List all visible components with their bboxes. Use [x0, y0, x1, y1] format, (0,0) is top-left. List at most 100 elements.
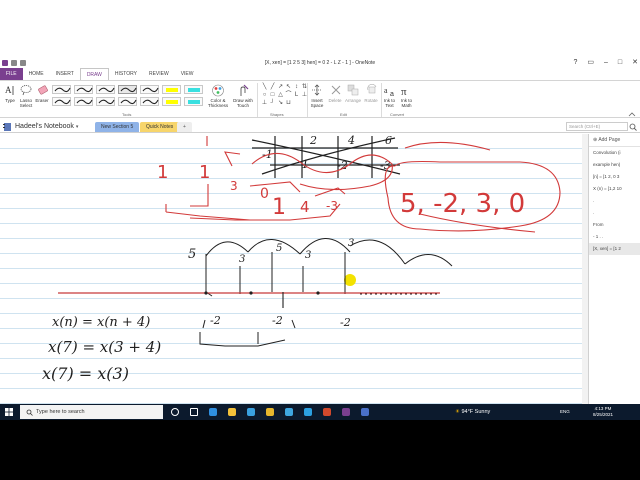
pen-swatch[interactable]: [162, 85, 181, 94]
rotate-button[interactable]: Rotate: [362, 98, 380, 103]
page-list-item[interactable]: Convolution (i: [589, 147, 640, 159]
pen-swatch[interactable]: [74, 97, 93, 106]
eraser-icon: [38, 85, 48, 95]
pen-swatch[interactable]: [184, 85, 203, 94]
window-controls: ? ▭ – □ ✕: [573, 58, 638, 68]
close-icon[interactable]: ✕: [632, 58, 638, 68]
page-canvas[interactable]: 2 4 6 -1 -1 -2 -3 1 1 3 0 1 4 -3 5, -2, …: [0, 134, 588, 404]
add-page-button[interactable]: ⊕ Add Page: [589, 134, 640, 147]
pen-swatch[interactable]: [140, 97, 159, 106]
ink-to-text-button[interactable]: Ink to Text: [381, 98, 398, 108]
ribbon: A Type Lasso Select Eraser Color & Thick…: [0, 80, 640, 118]
taskbar-clock[interactable]: 4:13 PM 8/25/2021: [590, 406, 616, 418]
collapse-ribbon-icon[interactable]: [628, 111, 636, 117]
page-list-item[interactable]: - 1 . .: [589, 231, 640, 243]
ink-to-math-button[interactable]: Ink to Math: [398, 98, 415, 108]
search-icon[interactable]: [629, 123, 637, 131]
type-button[interactable]: Type: [2, 98, 18, 103]
axis-label-neg2-a: -2: [210, 314, 221, 327]
equation-2: x(7) = x(3 + 4): [48, 338, 161, 356]
page-list-item[interactable]: [X, xen] = [1 2: [589, 243, 640, 255]
pen-swatch[interactable]: [184, 97, 203, 106]
pen-swatch[interactable]: [96, 85, 115, 94]
svg-text:a: a: [384, 86, 388, 95]
insert-space-button[interactable]: Insert Space: [307, 98, 327, 108]
tab-draw[interactable]: DRAW: [79, 68, 109, 80]
taskbar-app-edge-icon[interactable]: [209, 408, 217, 416]
page-list-item[interactable]: [n] = [1 2, 0 3: [589, 171, 640, 183]
section-tab-quick-notes[interactable]: Quick Notes: [140, 122, 180, 132]
tab-history[interactable]: HISTORY: [109, 68, 143, 80]
taskbar-search-box[interactable]: Type here to search: [20, 405, 163, 419]
pen-swatch[interactable]: [118, 97, 137, 106]
plot-value-3-c: 3: [348, 238, 354, 249]
ink-to-text-icon: a a: [384, 86, 394, 97]
windows-start-icon[interactable]: [5, 408, 13, 416]
weather-widget[interactable]: ☀ 94°F Sunny: [455, 404, 490, 420]
pen-swatch[interactable]: [74, 85, 93, 94]
eraser-button[interactable]: Eraser: [34, 98, 50, 103]
draw-with-touch-button[interactable]: Draw with Touch: [231, 98, 255, 108]
insert-space-icon: [312, 84, 322, 96]
axis-label-neg2-b: -2: [272, 314, 283, 327]
black-top-strokes: [251, 136, 401, 178]
add-page-label: Add Page: [598, 137, 621, 143]
language-indicator[interactable]: ENG: [560, 409, 570, 414]
tab-insert[interactable]: INSERT: [50, 68, 80, 80]
page-list-item[interactable]: .: [589, 195, 640, 207]
ink-to-math-icon: π: [401, 86, 407, 97]
pen-swatch[interactable]: [140, 85, 159, 94]
arrange-button[interactable]: Arrange: [343, 98, 363, 103]
add-section-button[interactable]: +: [177, 122, 192, 132]
svg-text:A: A: [5, 85, 12, 95]
taskbar-app-app-6-icon[interactable]: [304, 408, 312, 416]
minimize-icon[interactable]: –: [604, 58, 608, 68]
screen: [X, xen] = [1 2 5 3] hen] = 0 2 - L Z - …: [0, 0, 640, 420]
taskbar-app-app-5-icon[interactable]: [285, 408, 293, 416]
notebook-bar: Hadeel's Notebook ▾ New Section 5 Quick …: [0, 120, 640, 133]
taskbar-app-file-explorer-icon[interactable]: [228, 408, 236, 416]
section-tab-new-section-5[interactable]: New Section 5: [95, 122, 140, 132]
color-thickness-button[interactable]: Color & Thickness: [205, 98, 231, 108]
help-icon[interactable]: ?: [573, 58, 577, 68]
delete-button[interactable]: Delete: [326, 98, 344, 103]
taskbar-app-task-view-icon[interactable]: [190, 408, 198, 416]
taskbar-app-chrome-icon[interactable]: [266, 408, 274, 416]
restore-icon[interactable]: ▭: [587, 58, 594, 68]
page-list-item[interactable]: X (n) = [1,2 10: [589, 183, 640, 195]
lasso-icon: [20, 85, 32, 96]
taskbar-app-telegram-icon[interactable]: [247, 408, 255, 416]
ink-box-4: 4: [347, 134, 355, 147]
plot-point: [316, 291, 320, 295]
tab-home[interactable]: HOME: [23, 68, 50, 80]
tab-review[interactable]: REVIEW: [143, 68, 175, 80]
taskbar-app-powerpoint-icon[interactable]: [323, 408, 331, 416]
taskbar-app-cortana-icon[interactable]: [171, 408, 179, 416]
tab-file[interactable]: FILE: [0, 68, 23, 80]
pen-swatch[interactable]: [52, 85, 71, 94]
ink-red-0: 0: [260, 186, 269, 202]
ink-layer[interactable]: 2 4 6 -1 -1 -2 -3 1 1 3 0 1 4 -3 5, -2, …: [0, 134, 588, 404]
pen-swatch[interactable]: [162, 97, 181, 106]
windows-taskbar: Type here to search ☀ 94°F Sunny ENG 4:1…: [0, 404, 640, 420]
notebook-name[interactable]: Hadeel's Notebook ▾: [15, 121, 78, 133]
page-list-item[interactable]: example hen): [589, 159, 640, 171]
page-list-item[interactable]: From: [589, 219, 640, 231]
search-input[interactable]: Search (Ctrl+E): [566, 122, 628, 131]
equation-1: x(n) = x(n + 4): [52, 315, 150, 330]
system-tray: ENG: [560, 404, 570, 420]
shape-option[interactable]: ⊔: [284, 100, 293, 107]
lasso-select-button[interactable]: Lasso Select: [18, 98, 34, 108]
tab-view[interactable]: VIEW: [175, 68, 200, 80]
taskbar-app-app-9-icon[interactable]: [361, 408, 369, 416]
ink-red-1-b: 1: [199, 162, 210, 183]
notebook-icon: [3, 123, 11, 131]
pen-swatch[interactable]: [52, 97, 71, 106]
maximize-icon[interactable]: □: [618, 58, 622, 68]
page-list-item[interactable]: .: [589, 207, 640, 219]
pen-swatch[interactable]: [118, 85, 137, 94]
pen-swatch[interactable]: [96, 97, 115, 106]
taskbar-app-onenote-icon[interactable]: [342, 408, 350, 416]
ink-boxed-sequence: 5, -2, 3, 0: [400, 189, 525, 219]
ink-red-4: 4: [300, 198, 310, 216]
